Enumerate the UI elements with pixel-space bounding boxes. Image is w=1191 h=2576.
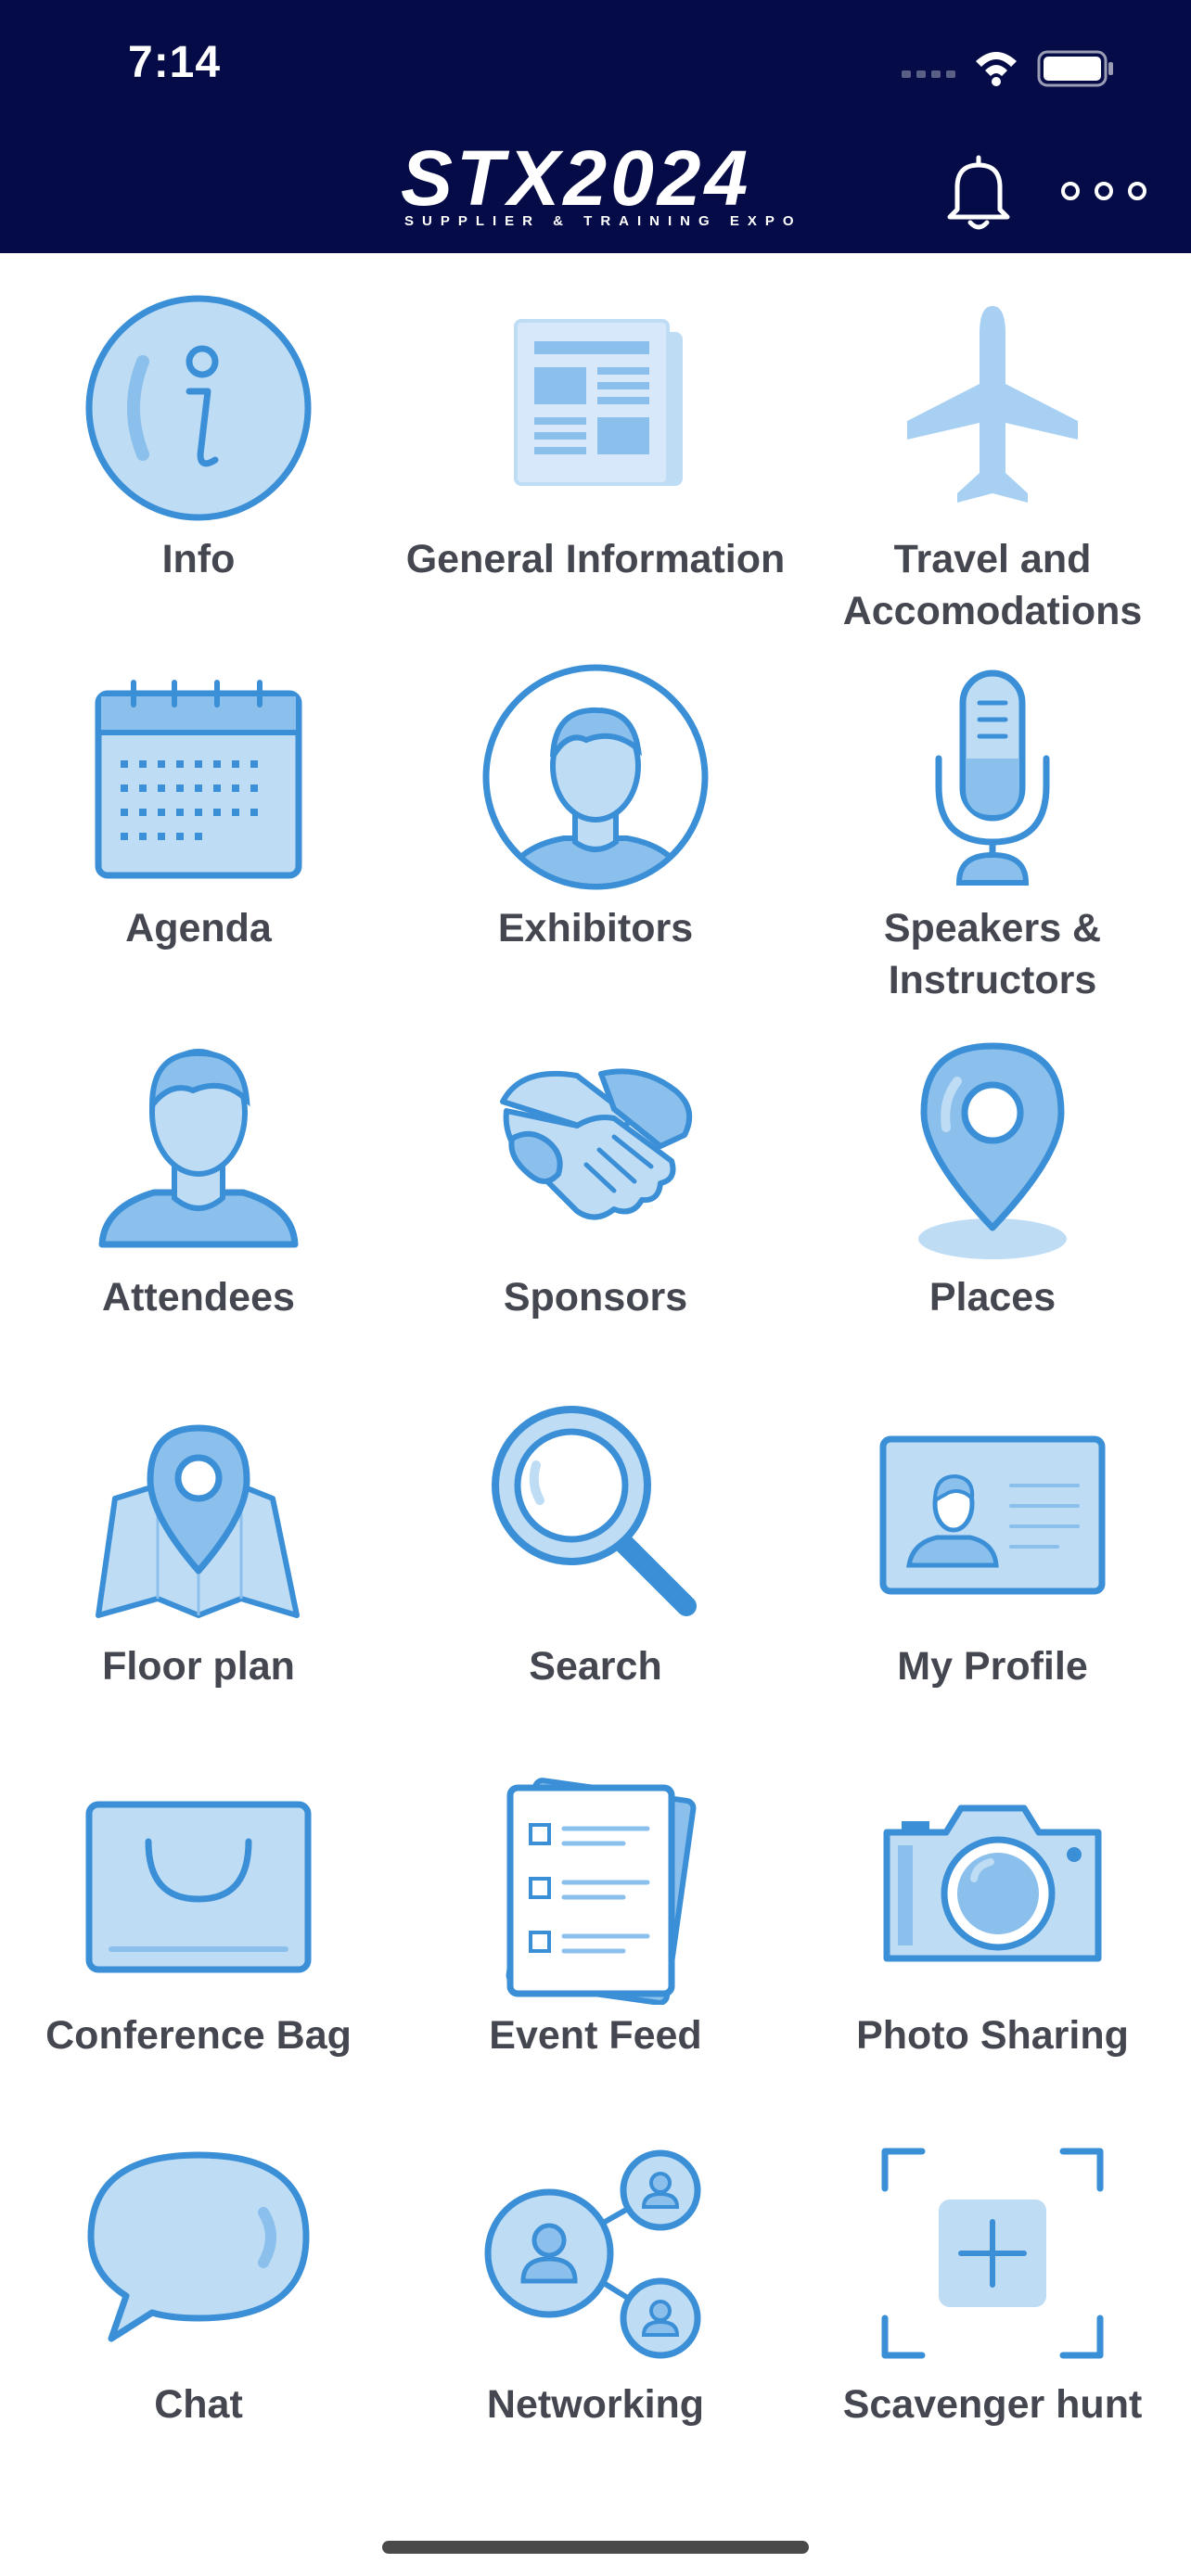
network-icon	[484, 2149, 701, 2359]
microphone-icon	[935, 670, 1050, 886]
tile-event-feed[interactable]: Event Feed	[397, 1745, 794, 2107]
bell-icon[interactable]	[937, 150, 1020, 234]
tile-label: Networking	[486, 2382, 705, 2427]
battery-icon	[1037, 50, 1113, 87]
tile-agenda[interactable]: Agenda	[0, 638, 397, 1000]
tile-networking[interactable]: Networking	[397, 2114, 794, 2476]
tile-label: Scavenger hunt	[842, 2382, 1143, 2427]
tile-search[interactable]: Search	[397, 1376, 794, 1738]
newspaper-icon	[514, 319, 683, 486]
tile-label: Speakers & Instructors	[883, 906, 1102, 1002]
tile-places[interactable]: Places	[794, 1007, 1191, 1369]
tile-label: Chat	[154, 2382, 243, 2427]
camera-icon	[883, 1804, 1102, 1962]
info-icon	[85, 295, 312, 521]
map-pin-icon	[918, 1042, 1067, 1259]
more-horizontal-icon[interactable]	[1057, 174, 1150, 208]
handshake-icon	[500, 1068, 693, 1220]
stx-logo: STX2024 SUPPLIER & TRAINING EXPO	[401, 134, 794, 236]
calendar-icon	[95, 680, 302, 879]
home-indicator[interactable]	[382, 2541, 809, 2554]
logo-main-text: STX2024	[401, 134, 752, 222]
scan-plus-icon	[881, 2148, 1104, 2359]
tile-my-profile[interactable]: My Profile	[794, 1376, 1191, 1738]
tile-label: Search	[529, 1644, 662, 1689]
feed-list-icon	[506, 1778, 697, 2005]
magnifier-icon	[492, 1406, 697, 1616]
airplane-icon	[907, 306, 1078, 503]
tile-floor-plan[interactable]: Floor plan	[0, 1376, 397, 1738]
person-icon	[98, 1049, 299, 1248]
id-card-icon	[879, 1435, 1106, 1595]
tile-label: Floor plan	[102, 1644, 295, 1689]
tile-label: Agenda	[125, 906, 272, 950]
bag-icon	[85, 1801, 312, 1973]
speech-bubble-icon	[87, 2151, 310, 2342]
tile-conference-bag[interactable]: Conference Bag	[0, 1745, 397, 2107]
tile-attendees[interactable]: Attendees	[0, 1007, 397, 1369]
tile-travel-and-accomodations[interactable]: Travel and Accomodations	[794, 269, 1191, 633]
tile-photo-sharing[interactable]: Photo Sharing	[794, 1745, 1191, 2107]
app-header: 7:14 STX2024 SUPPLIER & TRAINING EXPO	[0, 0, 1191, 253]
tile-label: Photo Sharing	[856, 2013, 1129, 2058]
tile-label: Event Feed	[489, 2013, 702, 2058]
person-circle-icon	[482, 664, 709, 890]
tile-label: My Profile	[897, 1644, 1088, 1689]
tile-general-information[interactable]: General Information	[397, 269, 794, 631]
tile-label: Info	[161, 537, 236, 581]
wifi-icon	[976, 52, 1017, 86]
tile-scavenger-hunt[interactable]: Scavenger hunt	[794, 2114, 1191, 2476]
tile-info[interactable]: Info	[0, 269, 397, 631]
tile-exhibitors[interactable]: Exhibitors	[397, 638, 794, 1000]
tile-label: Sponsors	[503, 1275, 688, 1320]
tile-sponsors[interactable]: Sponsors	[397, 1007, 794, 1369]
tile-label: General Information	[405, 537, 786, 581]
status-time: 7:14	[128, 38, 222, 87]
logo-sub-text: SUPPLIER & TRAINING EXPO	[404, 213, 802, 229]
map-icon	[96, 1424, 300, 1618]
tile-label: Conference Bag	[45, 2013, 352, 2058]
tile-label: Travel and Accomodations	[842, 537, 1143, 633]
tile-speakers-and-instructors[interactable]: Speakers & Instructors	[794, 638, 1191, 1002]
tile-label: Attendees	[102, 1275, 295, 1320]
status-icons	[902, 50, 1113, 87]
tile-chat[interactable]: Chat	[0, 2114, 397, 2476]
signal-icon	[902, 70, 955, 78]
tile-label: Places	[928, 1275, 1057, 1320]
tile-label: Exhibitors	[497, 906, 694, 950]
